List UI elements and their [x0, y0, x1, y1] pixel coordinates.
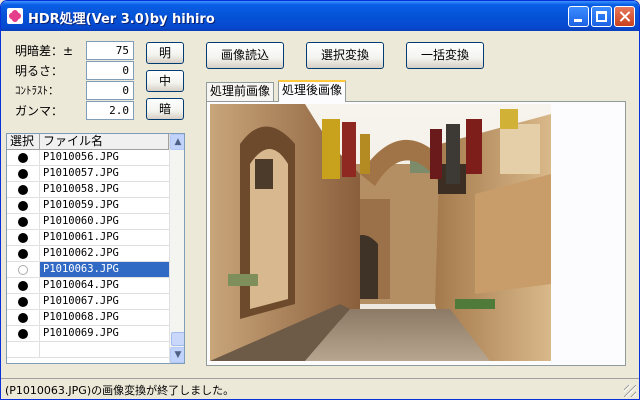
file-list-scrollbar[interactable]: ▲ ▼	[169, 134, 184, 363]
file-list-row[interactable]: P1010067.JPG	[7, 294, 169, 310]
close-button[interactable]	[614, 6, 635, 27]
filename-cell[interactable]: P1010067.JPG	[40, 294, 169, 309]
gamma-input[interactable]: 2.0	[86, 101, 134, 120]
file-list-row[interactable]: P1010060.JPG	[7, 214, 169, 230]
status-bar: (P1010063.JPG)の画像変換が終了しました。	[1, 378, 639, 399]
filename-cell[interactable]: P1010056.JPG	[40, 150, 169, 165]
selection-dot-icon	[18, 201, 28, 211]
file-list[interactable]: 選択 ファイル名 P1010056.JPG P1010057.JPG P101005…	[6, 133, 185, 364]
select-cell[interactable]	[7, 294, 40, 309]
filename-cell[interactable]: P1010064.JPG	[40, 278, 169, 293]
app-window: HDR処理(Ver 3.0)by hihiro 明暗差：± 75 明るさ： 0 …	[0, 0, 640, 400]
select-cell[interactable]	[7, 198, 40, 213]
app-flower-icon[interactable]	[7, 8, 23, 24]
selection-dot-icon	[18, 265, 28, 275]
processed-photo	[210, 104, 551, 361]
filename-cell[interactable]: P1010063.JPG	[40, 262, 169, 277]
filename-cell[interactable]: P1010061.JPG	[40, 230, 169, 245]
tab-after-image[interactable]: 処理後画像	[278, 80, 347, 102]
file-list-row[interactable]: P1010056.JPG	[7, 150, 169, 166]
filename-cell[interactable]: P1010058.JPG	[40, 182, 169, 197]
scroll-down-button[interactable]: ▼	[170, 347, 184, 363]
selection-dot-icon	[18, 185, 28, 195]
selection-dot-icon	[18, 233, 28, 243]
filename-cell[interactable]: P1010062.JPG	[40, 246, 169, 261]
file-list-header: 選択 ファイル名	[7, 134, 169, 150]
contrast-label: ｺﾝﾄﾗｽﾄ：	[15, 84, 59, 97]
filename-cell[interactable]: P1010059.JPG	[40, 198, 169, 213]
select-cell[interactable]	[7, 278, 40, 293]
selection-dot-icon	[18, 281, 28, 291]
select-cell[interactable]	[7, 230, 40, 245]
minimize-icon	[574, 19, 582, 22]
select-cell[interactable]	[7, 150, 40, 165]
dark-button[interactable]: 暗	[146, 98, 184, 120]
resize-grip-icon[interactable]	[624, 385, 636, 397]
convert-all-button[interactable]: 一括変換	[406, 42, 484, 69]
file-list-row[interactable]: P1010069.JPG	[7, 326, 169, 342]
filename-cell[interactable]: P1010060.JPG	[40, 214, 169, 229]
image-panel	[206, 101, 626, 366]
selection-dot-icon	[18, 329, 28, 339]
select-cell[interactable]	[7, 182, 40, 197]
selection-dot-icon	[18, 153, 28, 163]
file-list-rows: P1010056.JPG P1010057.JPG P1010058.JPG P101…	[7, 150, 169, 358]
gamma-label: ガンマ：	[15, 104, 64, 118]
minimize-button[interactable]	[568, 6, 589, 27]
tab-before-image[interactable]: 処理前画像	[206, 82, 275, 101]
filename-cell[interactable]: P1010069.JPG	[40, 326, 169, 341]
scroll-up-button[interactable]: ▲	[170, 134, 184, 150]
select-cell[interactable]	[7, 214, 40, 229]
file-list-row[interactable]: P1010059.JPG	[7, 198, 169, 214]
street-photo-illustration	[210, 104, 551, 361]
scroll-thumb[interactable]	[171, 332, 184, 346]
selection-dot-icon	[18, 313, 28, 323]
select-column-header[interactable]: 選択	[7, 134, 40, 150]
file-list-row[interactable]: P1010057.JPG	[7, 166, 169, 182]
select-cell[interactable]	[7, 326, 40, 341]
maximize-button[interactable]	[591, 6, 612, 27]
filename-column-header[interactable]: ファイル名	[40, 134, 169, 150]
filename-cell[interactable]: P1010068.JPG	[40, 310, 169, 325]
select-cell[interactable]	[7, 262, 40, 277]
contrast-range-input[interactable]: 75	[86, 41, 134, 60]
select-cell[interactable]	[7, 166, 40, 181]
file-list-row[interactable]: P1010062.JPG	[7, 246, 169, 262]
selection-dot-icon	[18, 297, 28, 307]
bright-button[interactable]: 明	[146, 42, 184, 64]
selection-dot-icon	[18, 249, 28, 259]
select-cell[interactable]	[7, 246, 40, 261]
filename-cell[interactable]: P1010057.JPG	[40, 166, 169, 181]
select-cell[interactable]	[7, 310, 40, 325]
title-bar[interactable]: HDR処理(Ver 3.0)by hihiro	[1, 1, 639, 31]
load-image-button[interactable]: 画像読込	[206, 42, 284, 69]
selection-dot-icon	[18, 217, 28, 227]
selection-dot-icon	[18, 169, 28, 179]
file-list-row[interactable]: P1010064.JPG	[7, 278, 169, 294]
file-list-row[interactable]: P1010061.JPG	[7, 230, 169, 246]
file-list-row[interactable]: P1010068.JPG	[7, 310, 169, 326]
status-message: (P1010063.JPG)の画像変換が終了しました。	[5, 384, 235, 397]
contrast-range-label: 明暗差：±	[15, 44, 74, 58]
brightness-input[interactable]: 0	[86, 61, 134, 80]
maximize-icon	[596, 11, 607, 22]
file-list-row[interactable]: P1010063.JPG	[7, 262, 169, 278]
file-list-row[interactable]: P1010058.JPG	[7, 182, 169, 198]
window-title: HDR処理(Ver 3.0)by hihiro	[28, 12, 215, 27]
brightness-label: 明るさ：	[15, 64, 64, 78]
contrast-input[interactable]: 0	[86, 81, 134, 100]
empty-row	[7, 342, 169, 358]
middle-button[interactable]: 中	[146, 70, 184, 92]
convert-selected-button[interactable]: 選択変換	[306, 42, 384, 69]
